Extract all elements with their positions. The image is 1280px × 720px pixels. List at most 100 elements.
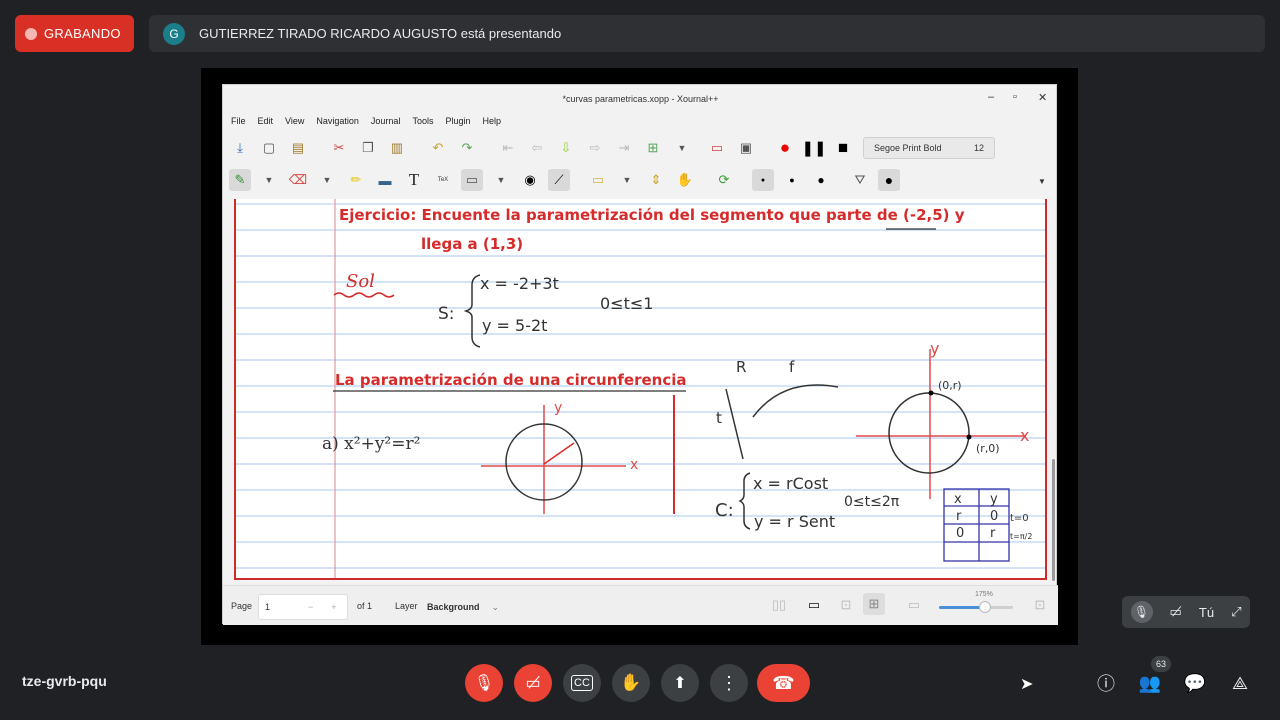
record-icon[interactable]: ●	[774, 137, 796, 159]
table-cell: y	[990, 492, 998, 507]
layout-pair-icon[interactable]: ▯▯	[768, 594, 790, 616]
prev-page-icon[interactable]: ⇦	[526, 137, 548, 159]
zoom-width-icon[interactable]: ▭	[903, 594, 925, 616]
eraser-icon[interactable]: ⌫	[287, 169, 309, 191]
more-options-button[interactable]: ⋮	[710, 664, 748, 702]
zoom-slider-handle[interactable]	[979, 601, 991, 613]
layer-dropdown-icon[interactable]: ⌄	[492, 602, 500, 613]
font-selector[interactable]: Segoe Print Bold 12	[863, 137, 995, 159]
last-page-icon[interactable]: ⇥	[613, 137, 635, 159]
select-dropdown-icon[interactable]: ▼	[490, 169, 512, 191]
color-icon[interactable]: ●	[878, 169, 900, 191]
segment-eq-x: x = -2+3t	[480, 274, 559, 293]
segment-range: 0≤t≤1	[600, 294, 653, 313]
page-total: of 1	[357, 601, 373, 611]
presentation-icon[interactable]: ▭	[803, 594, 825, 616]
layer-select[interactable]: Background ⌄	[421, 594, 513, 620]
note-page[interactable]: Ejercicio: Encuente la parametrización d…	[234, 199, 1047, 580]
ruler-icon[interactable]: ⟋	[548, 169, 570, 191]
zoom-slider-fill	[939, 606, 985, 609]
pen-icon[interactable]: ✎	[229, 169, 251, 191]
refresh-icon[interactable]: ⟳	[713, 169, 735, 191]
region-dropdown-icon[interactable]: ▼	[616, 169, 638, 191]
undo-icon[interactable]: ↶	[427, 137, 449, 159]
medium-stroke-icon[interactable]: ●	[781, 169, 803, 191]
font-name: Segoe Print Bold	[874, 143, 942, 153]
copy-icon[interactable]: ❐	[357, 137, 379, 159]
open-icon[interactable]: ▤	[287, 137, 309, 159]
redo-icon[interactable]: ↷	[456, 137, 478, 159]
menu-view[interactable]: View	[285, 116, 304, 130]
math-tex-icon[interactable]: TeX	[432, 169, 454, 191]
raise-hand-button[interactable]: ✋	[612, 664, 650, 702]
thick-stroke-icon[interactable]: ●	[810, 169, 832, 191]
select-region-icon[interactable]: ▭	[587, 169, 609, 191]
paste-icon[interactable]: ▥	[386, 137, 408, 159]
first-page-icon[interactable]: ⇤	[497, 137, 519, 159]
fill-icon[interactable]: ⛛	[849, 169, 871, 191]
people-button[interactable]: 👥	[1137, 670, 1163, 696]
menu-tools[interactable]: Tools	[412, 116, 433, 130]
presenter-banner: G GUTIERREZ TIRADO RICARDO AUGUSTO está …	[149, 15, 1265, 52]
add-page-icon[interactable]: ⊞	[642, 137, 664, 159]
eraser-dropdown-icon[interactable]: ▼	[316, 169, 338, 191]
increment-icon[interactable]: +	[331, 602, 336, 612]
maximize-icon[interactable]: ▫	[1013, 91, 1017, 103]
hand-icon: ✋	[620, 673, 642, 692]
pen-dropdown-icon[interactable]: ▼	[258, 169, 280, 191]
chat-button[interactable]: 💬	[1182, 670, 1208, 696]
delete-page-icon[interactable]: ▭	[706, 137, 728, 159]
goto-page-icon[interactable]: ⇩	[555, 137, 577, 159]
menu-edit[interactable]: Edit	[258, 116, 274, 130]
fullscreen-icon[interactable]: ▣	[735, 137, 757, 159]
status-bar: Page 1 − + of 1 Layer Background ⌄ ▯▯ ▭ …	[223, 585, 1058, 625]
minimize-icon[interactable]: –	[988, 91, 994, 103]
stop-icon[interactable]: ■	[832, 137, 854, 159]
mic-button[interactable]: 🎙	[465, 664, 503, 702]
hand-icon[interactable]: ✋	[674, 169, 696, 191]
mic-off-icon: 🎙	[473, 675, 495, 692]
cut-icon[interactable]: ✂	[328, 137, 350, 159]
present-button[interactable]: ⬆	[661, 664, 699, 702]
fullscreen-page-icon[interactable]: ⊡	[1029, 594, 1051, 616]
captions-button[interactable]: CC	[563, 664, 601, 702]
menu-journal[interactable]: Journal	[371, 116, 401, 130]
highlighter-icon[interactable]: ✏	[345, 169, 367, 191]
circle-section-title: La parametrización de una circunferencia	[335, 371, 687, 389]
expand-icon[interactable]: ⤢	[1231, 604, 1241, 620]
decrement-icon[interactable]: −	[308, 602, 313, 612]
menu-file[interactable]: File	[231, 116, 246, 130]
layer-label: Layer	[395, 601, 418, 611]
menu-navigation[interactable]: Navigation	[316, 116, 359, 130]
select-rect-icon[interactable]: ▭	[461, 169, 483, 191]
camera-off-icon: ▭̸	[1169, 604, 1182, 619]
fine-stroke-icon[interactable]: ●	[752, 169, 774, 191]
close-icon[interactable]: ✕	[1038, 91, 1047, 104]
new-file-icon[interactable]: ▢	[258, 137, 280, 159]
shape-recognizer-icon[interactable]: ◉	[519, 169, 541, 191]
window-title: *curvas parametricas.xopp - Xournal++	[562, 93, 719, 104]
save-icon[interactable]: ⤓	[229, 137, 251, 159]
pause-icon[interactable]: ❚❚	[801, 137, 826, 159]
menu-help[interactable]: Help	[483, 116, 502, 130]
vertical-space-icon[interactable]: ⇕	[645, 169, 667, 191]
zoom-slider[interactable]	[939, 601, 1013, 613]
text-tool-icon[interactable]: T	[403, 169, 425, 191]
zoom-page-icon[interactable]: ⊞	[863, 593, 885, 615]
page-number-field[interactable]: 1 − +	[258, 594, 348, 620]
zoom-fit-icon[interactable]: ⊡	[835, 594, 857, 616]
camera-button[interactable]: ▭̸	[514, 664, 552, 702]
recording-indicator: GRABANDO	[15, 15, 134, 52]
recording-label: GRABANDO	[44, 26, 121, 41]
vertical-scrollbar[interactable]	[1052, 459, 1055, 581]
toolbar-overflow-icon[interactable]: ▼	[1038, 177, 1046, 186]
meeting-details-button[interactable]: ⓘ	[1093, 670, 1119, 696]
menu-plugin[interactable]: Plugin	[445, 116, 470, 130]
leave-call-button[interactable]: ☎	[757, 664, 810, 702]
self-view-tile[interactable]: 🎙 ▭̸ Tú ⤢	[1122, 596, 1250, 628]
next-page-icon[interactable]: ⇨	[584, 137, 606, 159]
dropdown-arrow-icon[interactable]: ▼	[671, 137, 693, 159]
t-note-2: t=π/2	[1010, 532, 1032, 541]
image-icon[interactable]: ▬	[374, 169, 396, 191]
activities-button[interactable]: ⟁	[1227, 670, 1253, 696]
